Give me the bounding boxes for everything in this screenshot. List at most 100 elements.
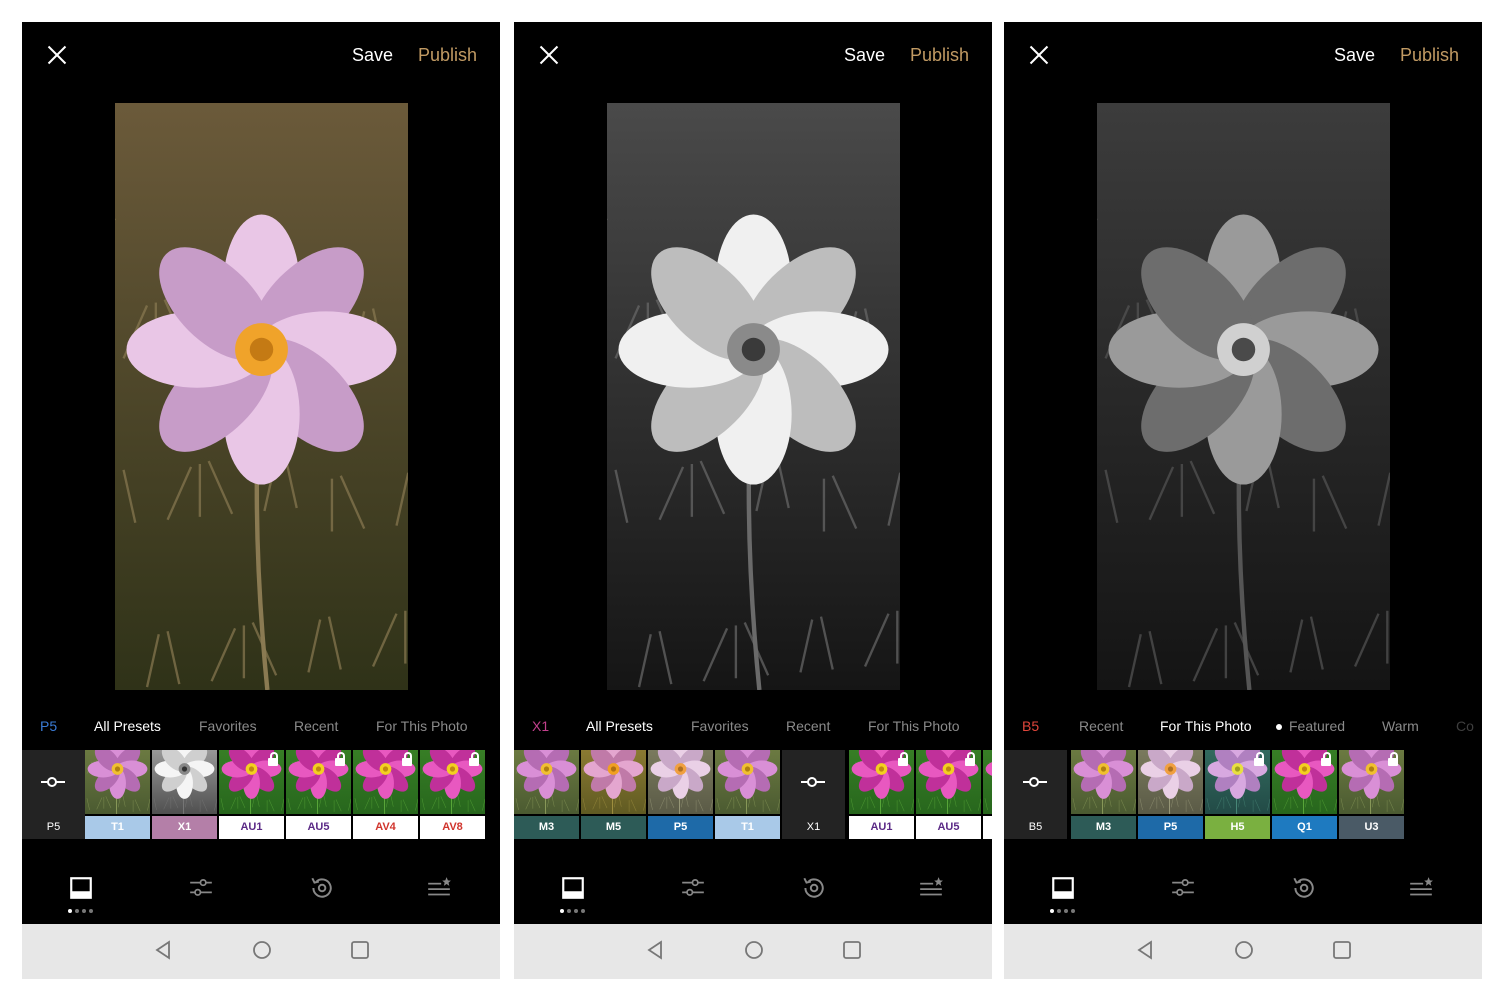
thumb-label: AV8: [420, 816, 485, 839]
slider-tile-label: B5: [1028, 821, 1043, 833]
preset-thumb[interactable]: AV8: [420, 750, 485, 839]
preset-thumb[interactable]: AU5: [286, 750, 351, 839]
preset-thumb[interactable]: M3: [514, 750, 579, 839]
tab-favorites[interactable]: Favorites: [691, 718, 749, 734]
recents-icon: [351, 941, 369, 959]
system-home-button[interactable]: [742, 938, 768, 964]
close-button[interactable]: [44, 42, 70, 68]
toolbar-item-recipes[interactable]: [912, 867, 972, 917]
toolbar-item-recipes[interactable]: [420, 867, 480, 917]
tab-recent[interactable]: Recent: [294, 718, 338, 734]
publish-button[interactable]: Publish: [418, 45, 477, 66]
tab-all-presets[interactable]: All Presets: [586, 718, 653, 734]
tab-featured[interactable]: Featured: [1276, 718, 1345, 734]
page-dots: [560, 909, 600, 915]
tab-for-this-photo[interactable]: For This Photo: [868, 718, 960, 734]
preset-thumb[interactable]: T1: [715, 750, 780, 839]
preset-thumb[interactable]: M3: [1071, 750, 1136, 839]
toolbar-item-adjust[interactable]: [182, 867, 242, 917]
tab-favorites[interactable]: Favorites: [199, 718, 257, 734]
preset-thumb[interactable]: M5: [581, 750, 646, 839]
thumb-image: [1272, 750, 1337, 814]
toolbar-item-adjust[interactable]: [674, 867, 734, 917]
preset-strip: P5 T1 X1 AU1 AU5 AV4 AV8: [22, 750, 500, 839]
preset-adjust-tile[interactable]: X1: [782, 750, 845, 839]
thumb-label: A: [983, 816, 992, 839]
slider-icon: [801, 777, 825, 787]
preset-adjust-tile[interactable]: P5: [22, 750, 85, 839]
thumb-label: T1: [85, 816, 150, 839]
tab-co[interactable]: Co: [1456, 718, 1474, 734]
preset-thumb[interactable]: T1: [85, 750, 150, 839]
thumb-label: M3: [514, 816, 579, 839]
thumb-label: T1: [715, 816, 780, 839]
preset-thumb[interactable]: H5: [1205, 750, 1270, 839]
current-preset-label: P5: [40, 718, 58, 734]
toolbar-item-history[interactable]: [794, 867, 854, 917]
top-bar: Save Publish: [1004, 22, 1482, 92]
system-home-button[interactable]: [250, 938, 276, 964]
flower-photo: [607, 103, 900, 690]
adjust-icon: [190, 879, 212, 896]
tab-all-presets[interactable]: All Presets: [94, 718, 161, 734]
publish-button[interactable]: Publish: [910, 45, 969, 66]
thumb-image: [1339, 750, 1404, 814]
page-dots: [68, 909, 108, 915]
preset-adjust-tile[interactable]: B5: [1004, 750, 1067, 839]
current-preset-label: B5: [1022, 718, 1040, 734]
thumb-image: [648, 750, 713, 814]
preset-thumb[interactable]: AU1: [849, 750, 914, 839]
system-recents-button[interactable]: [840, 938, 866, 964]
system-back-button[interactable]: [152, 938, 178, 964]
system-back-button[interactable]: [644, 938, 670, 964]
preset-thumb[interactable]: X1: [152, 750, 217, 839]
tab-recent[interactable]: Recent: [786, 718, 830, 734]
save-button[interactable]: Save: [352, 45, 393, 66]
preset-thumb[interactable]: A: [983, 750, 992, 839]
save-button[interactable]: Save: [844, 45, 885, 66]
close-button[interactable]: [536, 42, 562, 68]
system-nav-bar: [1004, 924, 1482, 979]
system-back-button[interactable]: [1134, 938, 1160, 964]
recents-icon: [843, 941, 861, 959]
toolbar-item-adjust[interactable]: [1164, 867, 1224, 917]
system-recents-button[interactable]: [348, 938, 374, 964]
back-icon: [647, 940, 662, 960]
thumb-image: [1138, 750, 1203, 814]
tab-for-this-photo[interactable]: For This Photo: [1160, 718, 1252, 734]
tab-warm[interactable]: Warm: [1382, 718, 1419, 734]
page-dot: [567, 909, 571, 913]
preset-tabs: X1 All Presets Favorites Recent For This Pho…: [514, 712, 992, 740]
save-button[interactable]: Save: [1334, 45, 1375, 66]
home-icon: [253, 941, 271, 959]
preset-thumb[interactable]: Q1: [1272, 750, 1337, 839]
thumb-label: M5: [581, 816, 646, 839]
thumb-image: [85, 750, 150, 814]
slider-icon: [41, 777, 65, 787]
close-button[interactable]: [1026, 42, 1052, 68]
slider-tile-label: P5: [46, 821, 61, 833]
preset-thumb[interactable]: AV4: [353, 750, 418, 839]
thumb-label: U3: [1339, 816, 1404, 839]
lock-icon: [268, 752, 278, 766]
preset-strip: M3 M5 P5 T1 X1 AU1 AU5 A: [514, 750, 992, 839]
preset-thumb[interactable]: P5: [648, 750, 713, 839]
preset-thumb[interactable]: U3: [1339, 750, 1404, 839]
back-icon: [155, 940, 170, 960]
bottom-toolbar: [1004, 867, 1482, 925]
system-home-button[interactable]: [1232, 938, 1258, 964]
back-icon: [1137, 940, 1152, 960]
bottom-toolbar: [514, 867, 992, 925]
flower-photo: [581, 750, 646, 814]
preset-thumb[interactable]: P5: [1138, 750, 1203, 839]
preset-thumb[interactable]: AU1: [219, 750, 284, 839]
toolbar-item-history[interactable]: [1284, 867, 1344, 917]
tab-for-this-photo[interactable]: For This Photo: [376, 718, 468, 734]
system-recents-button[interactable]: [1330, 938, 1356, 964]
preset-tabs: P5 All Presets Favorites Recent For This Pho…: [22, 712, 500, 740]
publish-button[interactable]: Publish: [1400, 45, 1459, 66]
tab-recent[interactable]: Recent: [1079, 718, 1123, 734]
toolbar-item-recipes[interactable]: [1402, 867, 1462, 917]
toolbar-item-history[interactable]: [302, 867, 362, 917]
preset-thumb[interactable]: AU5: [916, 750, 981, 839]
